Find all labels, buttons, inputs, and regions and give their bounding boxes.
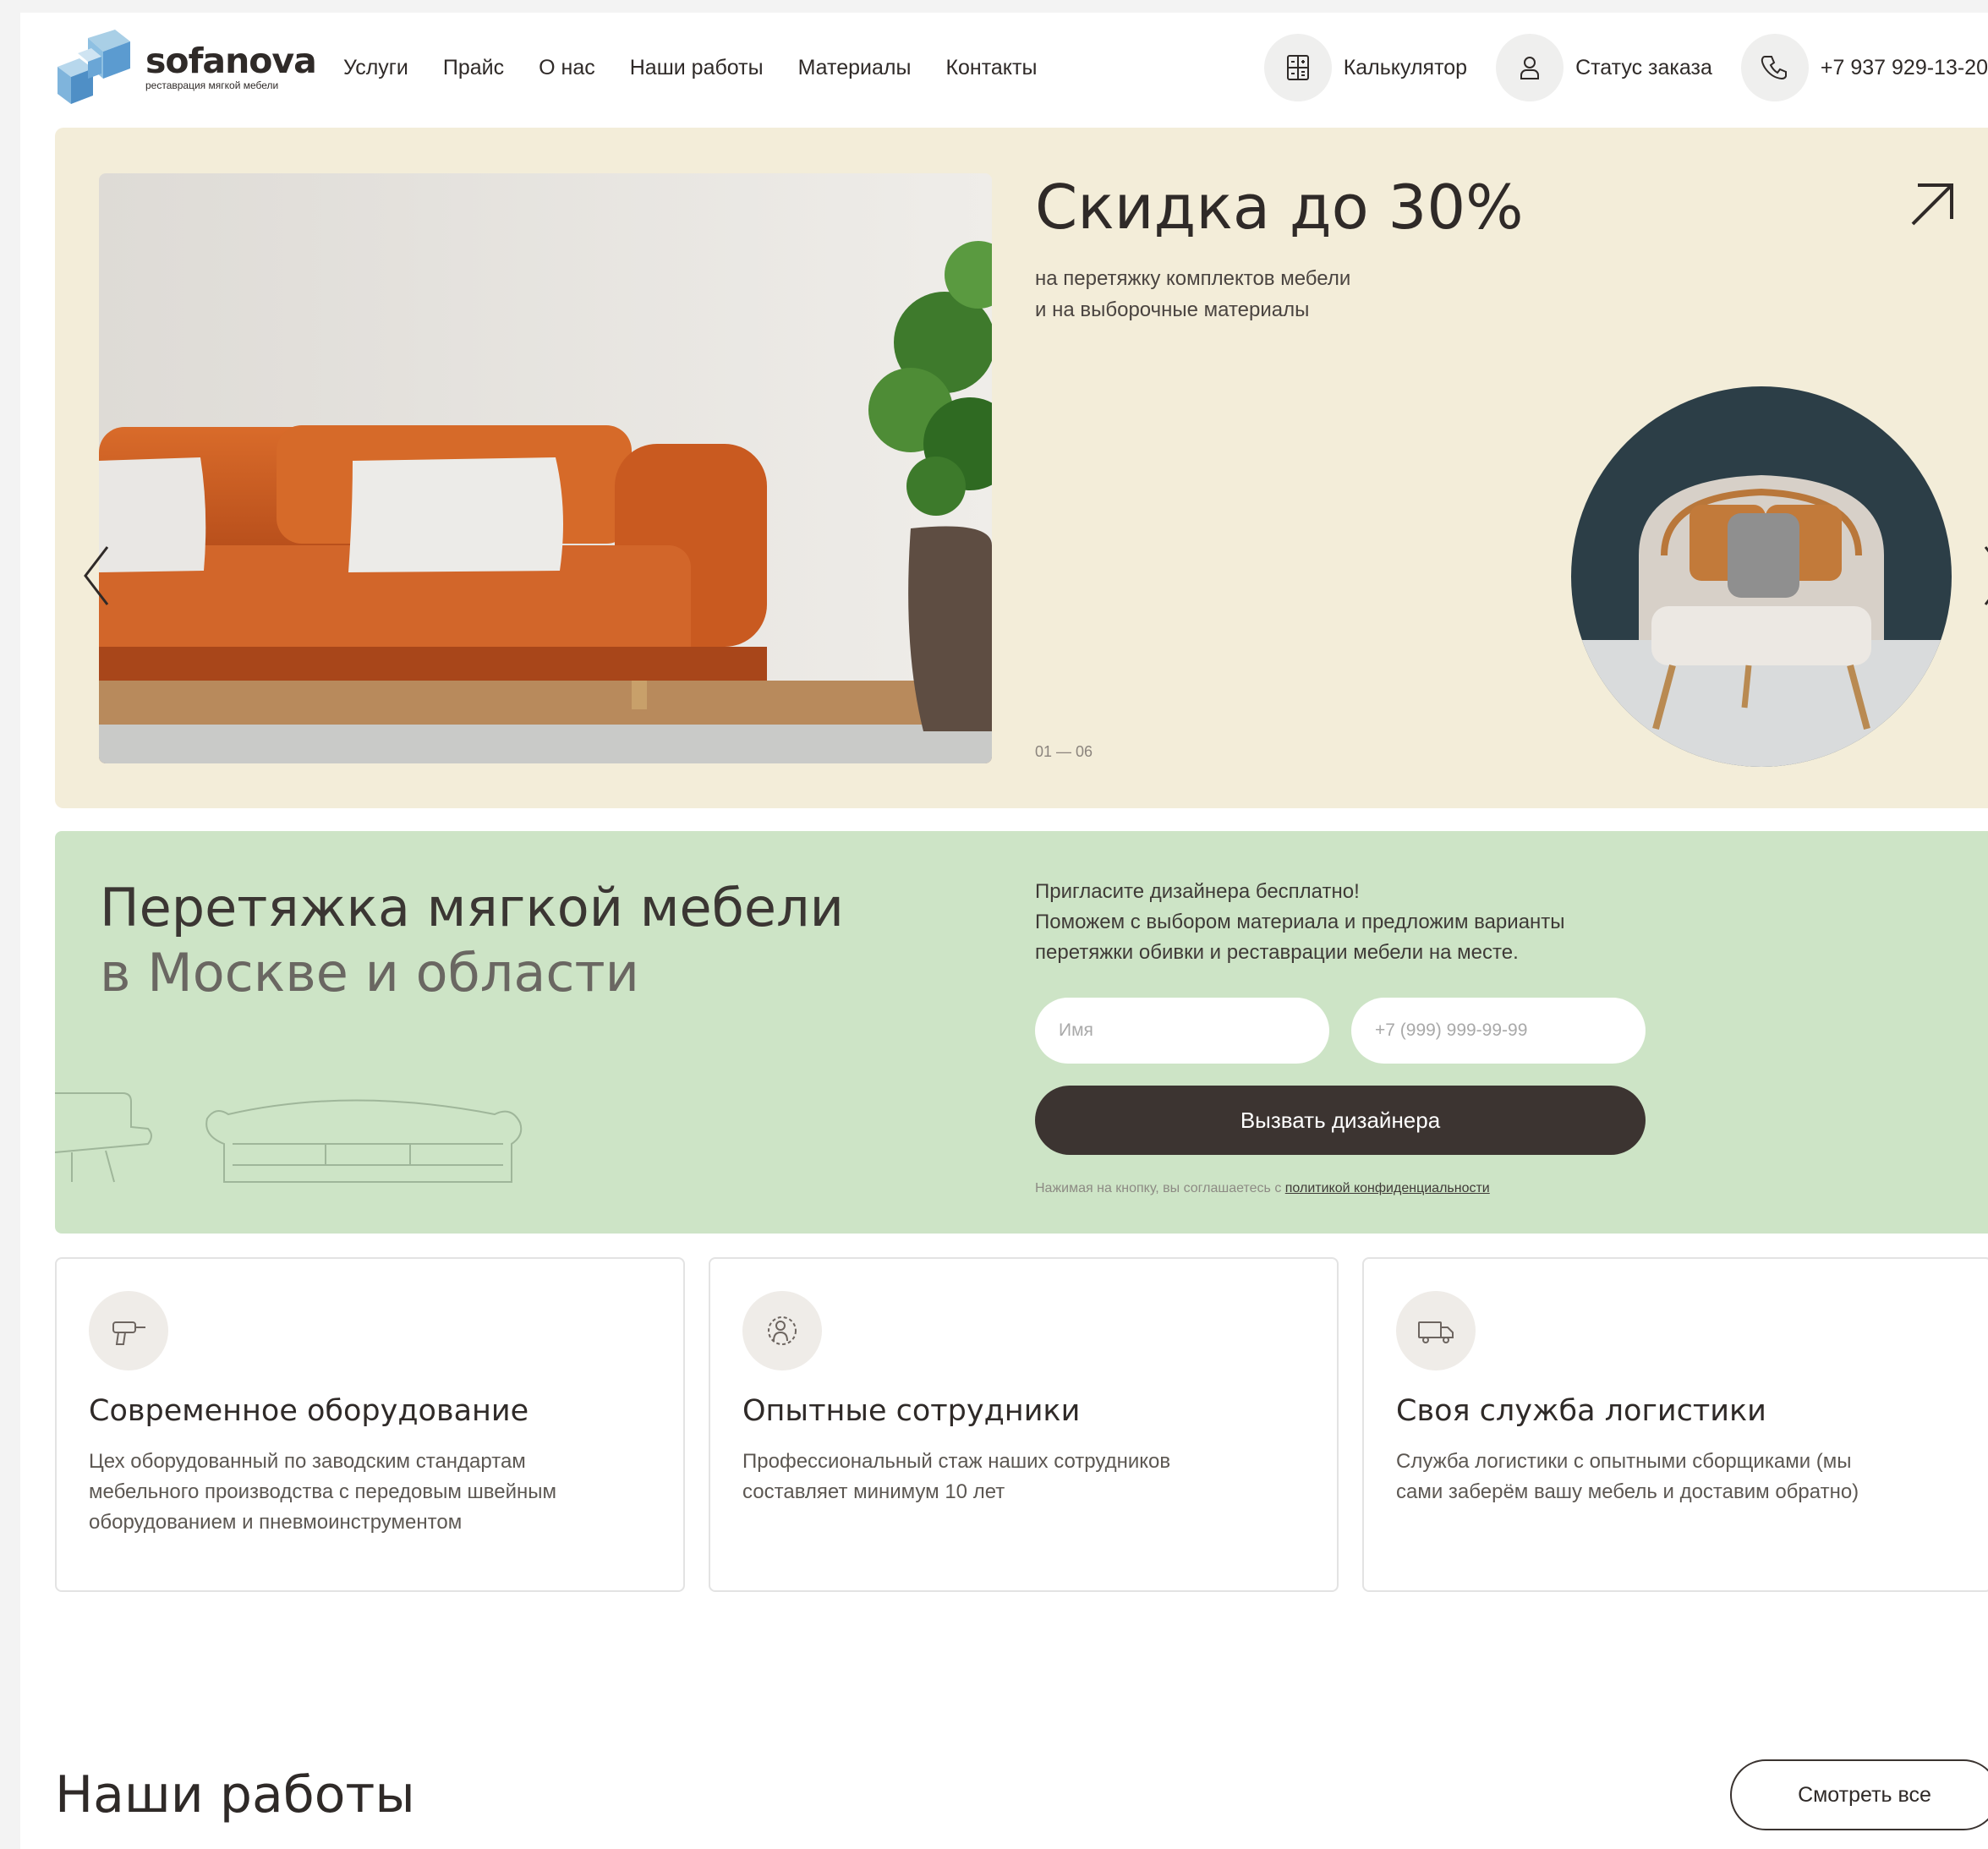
- feature-card: Опытные сотрудники Профессиональный стаж…: [709, 1257, 1339, 1592]
- feature-title: Опытные сотрудники: [742, 1394, 1081, 1428]
- call-designer-button[interactable]: Вызвать дизайнера: [1035, 1086, 1646, 1155]
- calculator-link[interactable]: Калькулятор: [1263, 34, 1468, 101]
- feature-card: Современное оборудование Цех оборудованн…: [55, 1257, 685, 1592]
- nav-our-works[interactable]: Наши работы: [630, 56, 764, 80]
- slide-counter: 01 — 06: [1035, 743, 1093, 760]
- nav-materials[interactable]: Материалы: [798, 56, 912, 80]
- nav-price[interactable]: Прайс: [443, 56, 504, 80]
- logo[interactable]: sofanova реставрация мягкой мебели: [54, 30, 317, 106]
- feature-desc-line: Служба логистики с опытными сборщиками (…: [1396, 1450, 1852, 1473]
- slider-prev-icon[interactable]: [79, 542, 116, 610]
- feature-description: Профессиональный стаж наших сотрудников …: [742, 1447, 1301, 1507]
- worker-gear-icon: [742, 1291, 822, 1370]
- calculator-label: Калькулятор: [1343, 55, 1468, 79]
- works-title: Наши работы: [55, 1765, 415, 1824]
- feature-card: Своя служба логистики Служба логистики с…: [1362, 1257, 1988, 1592]
- lead-text-line: Пригласите дизайнера бесплатно!: [1035, 880, 1360, 903]
- logo-name: sofanova: [145, 41, 317, 81]
- feature-desc-line: оборудованием и пневмоинструментом: [89, 1511, 463, 1534]
- feature-desc-line: составляет минимум 10 лет: [742, 1480, 1005, 1503]
- lead-description: Пригласите дизайнера бесплатно! Поможем …: [1035, 877, 1644, 968]
- feature-desc-line: Цех оборудованный по заводским стандарта…: [89, 1450, 526, 1473]
- logo-tagline: реставрация мягкой мебели: [145, 79, 279, 91]
- feature-description: Цех оборудованный по заводским стандарта…: [89, 1447, 647, 1538]
- order-status-link[interactable]: Статус заказа: [1496, 34, 1712, 101]
- feature-title: Своя служба логистики: [1396, 1394, 1766, 1428]
- lead-title-line: Перетяжка мягкой мебели: [100, 877, 844, 938]
- hero-slider: Скидка до 30% на перетяжку комплектов ме…: [55, 128, 1988, 808]
- hero-armchair-image: [1571, 386, 1952, 767]
- phone-icon: [1740, 34, 1809, 101]
- calculator-icon: [1263, 34, 1332, 101]
- sofa-sketch-illustration: [55, 1092, 523, 1183]
- feature-description: Служба логистики с опытными сборщиками (…: [1396, 1447, 1954, 1507]
- page: sofanova реставрация мягкой мебели Услуг…: [20, 13, 1988, 1849]
- hero-subtitle: на перетяжку комплектов мебели и на выбо…: [1035, 263, 1350, 325]
- drill-icon: [89, 1291, 168, 1370]
- privacy-policy-link[interactable]: политикой конфиденциальности: [1285, 1181, 1490, 1195]
- disclaimer-text: Нажимая на кнопку, вы соглашаетесь с: [1035, 1181, 1285, 1195]
- hero-sofa-image: [99, 173, 992, 763]
- order-status-label: Статус заказа: [1575, 55, 1712, 79]
- nav-about[interactable]: О нас: [539, 56, 595, 80]
- nav-services[interactable]: Услуги: [343, 56, 408, 80]
- phone-input[interactable]: [1351, 998, 1646, 1064]
- header-actions: Калькулятор Статус заказа +7 937 929-13-…: [1235, 13, 1988, 123]
- main-nav: Услуги Прайс О нас Наши работы Материалы…: [343, 13, 1071, 123]
- user-icon: [1496, 34, 1564, 101]
- privacy-disclaimer: Нажимая на кнопку, вы соглашаетесь с пол…: [1035, 1181, 1490, 1196]
- logo-cubes-icon: [58, 30, 130, 104]
- arrow-up-right-icon[interactable]: [1903, 175, 1962, 234]
- phone-link[interactable]: +7 937 929-13-20: [1740, 34, 1988, 101]
- phone-number: +7 937 929-13-20: [1820, 55, 1988, 79]
- hero-title: Скидка до 30%: [1035, 172, 1524, 243]
- site-header: sofanova реставрация мягкой мебели Услуг…: [20, 13, 1988, 123]
- hero-subtitle-line: на перетяжку комплектов мебели: [1035, 267, 1351, 290]
- lead-text-line: Поможем с выбором материала и предложим …: [1035, 911, 1565, 933]
- feature-desc-line: Профессиональный стаж наших сотрудников: [742, 1450, 1171, 1473]
- lead-title-line: в Москве и области: [100, 942, 639, 1004]
- name-input[interactable]: [1035, 998, 1329, 1064]
- see-all-button[interactable]: Смотреть все: [1730, 1759, 1988, 1830]
- nav-contacts[interactable]: Контакты: [945, 56, 1037, 80]
- truck-icon: [1396, 1291, 1476, 1370]
- feature-title: Современное оборудование: [89, 1394, 529, 1428]
- slider-next-icon[interactable]: [1977, 542, 1988, 610]
- designer-lead-section: Перетяжка мягкой мебели в Москве и облас…: [55, 831, 1988, 1234]
- lead-title: Перетяжка мягкой мебели в Москве и облас…: [100, 875, 844, 1005]
- feature-desc-line: мебельного производства с передовым швей…: [89, 1480, 557, 1503]
- feature-desc-line: сами заберём вашу мебель и доставим обра…: [1396, 1480, 1859, 1503]
- lead-text-line: перетяжки обивки и реставрации мебели на…: [1035, 941, 1519, 964]
- hero-subtitle-line: и на выборочные материалы: [1035, 298, 1310, 321]
